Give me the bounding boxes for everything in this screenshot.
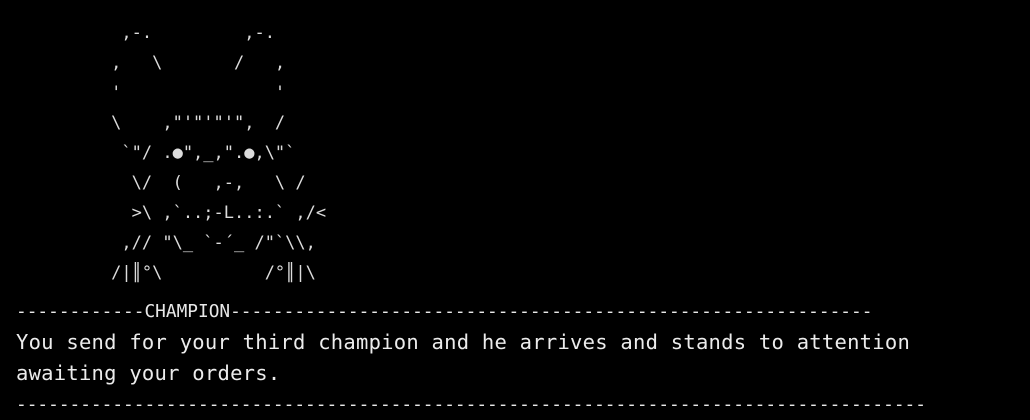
- art-line: , \ / ,: [60, 53, 286, 73]
- ascii-art-champion: ,-. ,-. , \ / , ' ' \ ,"'"'"'", / `"/ .●…: [60, 18, 326, 288]
- art-line: ' ': [60, 83, 286, 103]
- champion-header-divider: ------------CHAMPION--------------------…: [16, 301, 873, 322]
- art-line: ,-. ,-.: [60, 23, 275, 43]
- art-line: /|║°\ /°║|\: [60, 263, 316, 283]
- art-line: >\ ,`..;-L..:.` ,/<: [60, 203, 327, 223]
- art-line: ,// "\_ `-´_ /"`\\,: [60, 233, 316, 253]
- art-line: `"/ .●",_,".●,\"`: [60, 143, 296, 163]
- terminal-window: ,-. ,-. , \ / , ' ' \ ,"'"'"'", / `"/ .●…: [0, 0, 1030, 415]
- footer-divider: ----------------------------------------…: [16, 394, 926, 415]
- story-message: You send for your third champion and he …: [16, 330, 911, 385]
- art-line: \/ ( ,-, \ /: [60, 173, 306, 193]
- art-line: \ ,"'"'"'", /: [60, 113, 286, 133]
